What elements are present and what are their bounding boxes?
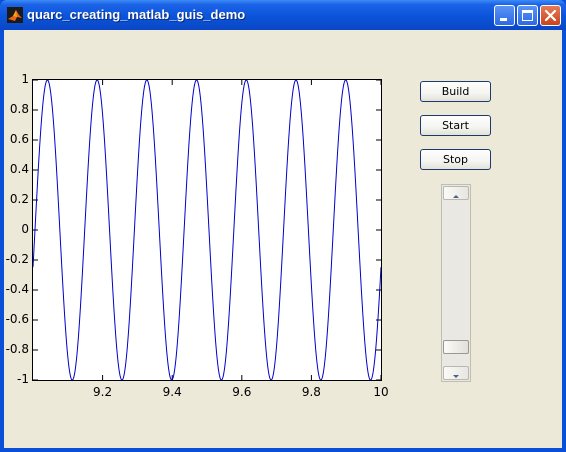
x-tick-label: 10 bbox=[373, 385, 389, 399]
y-tick-label: 0.6 bbox=[9, 132, 29, 146]
y-tick-label: -0.6 bbox=[5, 312, 29, 326]
y-tick-label: 0.4 bbox=[9, 162, 29, 176]
x-tick-label: 9.6 bbox=[232, 385, 252, 399]
y-tick-label: -1 bbox=[17, 372, 29, 386]
y-tick-label: -0.4 bbox=[5, 282, 29, 296]
y-tick-label: 0.8 bbox=[9, 102, 29, 116]
slider-down-arrow[interactable] bbox=[443, 366, 469, 380]
y-tick-label: 0.2 bbox=[9, 192, 29, 206]
y-tick-label: 0 bbox=[21, 222, 29, 236]
y-tick-label: -0.8 bbox=[5, 342, 29, 356]
plot-axes bbox=[32, 79, 382, 381]
app-window: quarc_creating_matlab_guis_demo 1 0.8 0.6 0… bbox=[0, 0, 566, 452]
slider-up-arrow[interactable] bbox=[443, 186, 469, 200]
sine-plot bbox=[33, 80, 381, 380]
window-title: quarc_creating_matlab_guis_demo bbox=[27, 7, 246, 22]
arrow-down-icon bbox=[453, 375, 459, 378]
matlab-logo-icon bbox=[7, 7, 23, 23]
figure-panel: 1 0.8 0.6 0.4 0.2 0 -0.2 -0.4 -0.6 -0.8 -1 9.2 9.4 9… bbox=[4, 30, 562, 448]
minimize-icon bbox=[500, 18, 507, 21]
maximize-icon bbox=[522, 10, 533, 21]
minimize-button[interactable] bbox=[494, 5, 515, 26]
series-line bbox=[33, 80, 381, 380]
x-tick-label: 9.4 bbox=[162, 385, 182, 399]
build-button[interactable]: Build bbox=[420, 81, 491, 102]
arrow-up-icon bbox=[453, 195, 459, 198]
x-tick-label: 9.2 bbox=[93, 385, 113, 399]
close-icon bbox=[544, 9, 557, 22]
stop-button[interactable]: Stop bbox=[420, 149, 491, 170]
maximize-button[interactable] bbox=[517, 5, 538, 26]
start-button[interactable]: Start bbox=[420, 115, 491, 136]
x-tick-label: 9.8 bbox=[301, 385, 321, 399]
vertical-slider[interactable] bbox=[441, 184, 471, 382]
y-tick-label: 1 bbox=[21, 72, 29, 86]
title-bar[interactable]: quarc_creating_matlab_guis_demo bbox=[0, 0, 566, 30]
y-tick-label: -0.2 bbox=[5, 252, 29, 266]
close-button[interactable] bbox=[540, 5, 561, 26]
slider-thumb[interactable] bbox=[443, 340, 469, 354]
